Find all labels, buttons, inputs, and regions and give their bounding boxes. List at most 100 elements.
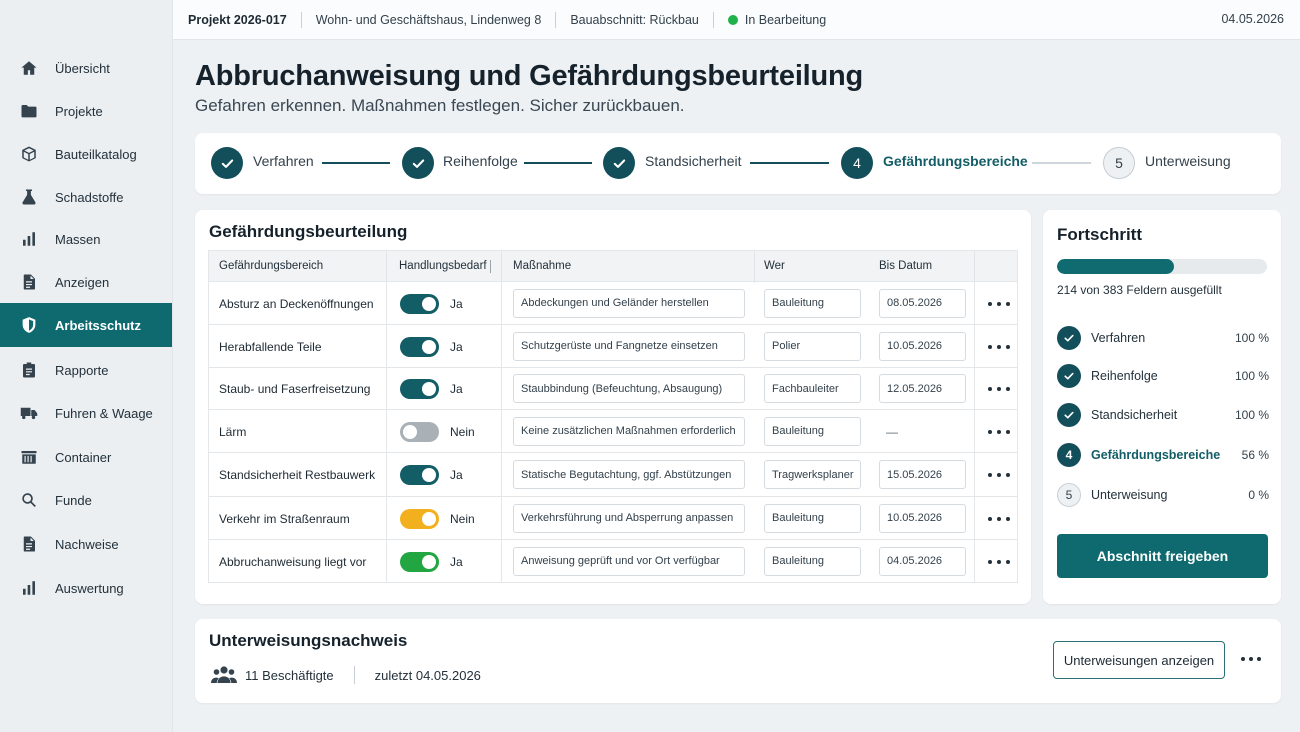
more-options-icon[interactable] [1241, 653, 1261, 665]
column-divider [386, 325, 387, 368]
measure-field[interactable]: Staubbindung (Befeuchtung, Absaugung) [513, 374, 745, 403]
step-unterweisung[interactable]: Unterweisung [1145, 153, 1231, 169]
sidebar-item-schadstoffe[interactable]: Schadstoffe [0, 175, 172, 219]
responsible-field[interactable]: Tragwerksplaner [764, 460, 861, 489]
sidebar-item-label: Nachweise [55, 536, 119, 552]
progress-step-verfahren[interactable]: Verfahren 100 % [1057, 326, 1269, 350]
action-required-toggle[interactable] [400, 551, 439, 572]
row-more-options-icon[interactable] [988, 512, 1010, 526]
project-id: Projekt 2026-017 [188, 12, 287, 27]
column-divider [974, 410, 975, 453]
sidebar-item-massen[interactable]: Massen [0, 217, 172, 261]
table-row: Standsicherheit Restbauwerk Ja Statische B… [208, 453, 1018, 497]
due-date-field[interactable]: 12.05.2026 [879, 374, 966, 403]
column-divider [386, 282, 387, 325]
measure-field[interactable]: Statische Begutachtung, ggf. Abstützunge… [513, 460, 745, 489]
step-connector [322, 162, 390, 164]
step-number[interactable]: 5 [1103, 147, 1135, 179]
column-divider [974, 368, 975, 410]
due-date-empty[interactable]: — [886, 425, 898, 439]
measure-field[interactable]: Keine zusätzlichen Maßnahmen erforderlic… [513, 416, 745, 446]
table-header: Gefährdungsbereich Handlungsbedarf Maßna… [208, 250, 1018, 283]
shield-icon [19, 315, 39, 335]
measure-field[interactable]: Schutzgerüste und Fangnetze einsetzen [513, 331, 745, 361]
due-date-field[interactable]: 10.05.2026 [879, 331, 966, 361]
sidebar-item-auswertung[interactable]: Auswertung [0, 566, 172, 610]
hazard-area: Standsicherheit Restbauwerk [219, 468, 376, 482]
column-header-measure: Maßnahme [513, 260, 572, 272]
measure-field[interactable]: Abdeckungen und Geländer herstellen [513, 288, 745, 318]
progress-step-standsicherheit[interactable]: Standsicherheit 100 % [1057, 403, 1269, 427]
progress-check-icon [1057, 364, 1081, 388]
action-required-toggle[interactable] [400, 293, 439, 314]
sidebar-item-bauteilkatalog[interactable]: Bauteilkatalog [0, 132, 172, 176]
row-more-options-icon[interactable] [988, 555, 1010, 569]
due-date-field[interactable]: 08.05.2026 [879, 288, 966, 318]
step-verfahren[interactable]: Verfahren [253, 153, 314, 169]
progress-caption: 214 von 383 Feldern ausgefüllt [1057, 283, 1222, 297]
step-reihenfolge[interactable]: Reihenfolge [443, 153, 518, 169]
progress-check-icon [1057, 326, 1081, 350]
sidebar-item-rapporte[interactable]: Rapporte [0, 348, 172, 392]
action-required-toggle[interactable] [400, 379, 439, 399]
sidebar-item-anzeigen[interactable]: Anzeigen [0, 260, 172, 304]
container-icon [19, 447, 39, 467]
row-more-options-icon[interactable] [988, 382, 1010, 396]
action-required-toggle[interactable] [400, 421, 439, 442]
responsible-field[interactable]: Fachbauleiter [764, 374, 861, 403]
release-section-button[interactable]: Abschnitt freigeben [1057, 534, 1268, 578]
responsible-field[interactable]: Bauleitung [764, 416, 861, 446]
sidebar-item-fuhren-waage[interactable]: Fuhren & Waage [0, 391, 172, 435]
hazard-area: Absturz an Deckenöffnungen [219, 296, 374, 311]
measure-field[interactable]: Verkehrsführung und Absperrung anpassen [513, 503, 745, 533]
page-subtitle: Gefahren erkennen. Maßnahmen festlegen. … [195, 96, 685, 115]
progress-step-number: 4 [1057, 443, 1081, 467]
responsible-field[interactable]: Polier [764, 331, 861, 361]
responsible-field[interactable]: Bauleitung [764, 503, 861, 533]
column-divider [974, 282, 975, 325]
progress-step-gefaehrdungsbereiche[interactable]: 4 Gefährdungsbereiche 56 % [1057, 443, 1269, 467]
due-date-field[interactable]: 15.05.2026 [879, 460, 966, 489]
show-trainings-button[interactable]: Unterweisungen anzeigen [1053, 641, 1225, 679]
training-meta: 11 Beschäftigte zuletzt 04.05.2026 [211, 665, 481, 685]
step-number[interactable]: 4 [841, 147, 873, 179]
sidebar-item-arbeitsschutz[interactable]: Arbeitsschutz [0, 303, 172, 347]
due-date-field[interactable]: 04.05.2026 [879, 546, 966, 576]
hazard-area: Verkehr im Straßenraum [219, 511, 350, 526]
step-check-icon[interactable] [211, 147, 243, 179]
sidebar-item-uebersicht[interactable]: Übersicht [0, 46, 172, 90]
step-standsicherheit[interactable]: Standsicherheit [645, 153, 742, 169]
progress-step-reihenfolge[interactable]: Reihenfolge 100 % [1057, 364, 1269, 388]
sidebar-item-funde[interactable]: Funde [0, 478, 172, 522]
step-gefaehrdungsbereiche[interactable]: Gefährdungsbereiche [883, 153, 1028, 169]
step-check-icon[interactable] [603, 147, 635, 179]
column-resize-handle[interactable] [490, 260, 491, 273]
row-more-options-icon[interactable] [988, 340, 1010, 354]
row-more-options-icon[interactable] [988, 297, 1010, 311]
action-required-toggle[interactable] [400, 508, 439, 529]
column-divider [501, 282, 502, 325]
action-required-toggle[interactable] [400, 336, 439, 357]
sidebar-item-container[interactable]: Container [0, 435, 172, 479]
sidebar-item-nachweise[interactable]: Nachweise [0, 522, 172, 566]
action-required-toggle[interactable] [400, 465, 439, 485]
column-divider [386, 497, 387, 540]
progress-step-unterweisung[interactable]: 5 Unterweisung 0 % [1057, 483, 1269, 507]
progress-card: Fortschritt 214 von 383 Feldern ausgefül… [1043, 210, 1281, 604]
row-more-options-icon[interactable] [988, 425, 1010, 439]
flask-icon [19, 187, 39, 207]
construction-phase: Bauabschnitt: Rückbau [570, 12, 699, 27]
measure-field[interactable]: Anweisung geprüft und vor Ort verfügbar [513, 546, 745, 576]
sidebar-item-projekte[interactable]: Projekte [0, 89, 172, 133]
sidebar-item-label: Schadstoffe [55, 189, 124, 205]
due-date-field[interactable]: 10.05.2026 [879, 503, 966, 533]
action-required-value: Nein [450, 424, 475, 439]
responsible-field[interactable]: Bauleitung [764, 288, 861, 318]
step-check-icon[interactable] [402, 147, 434, 179]
divider [712, 11, 714, 28]
column-divider [386, 410, 387, 453]
progress-bar [1057, 259, 1267, 274]
responsible-field[interactable]: Bauleitung [764, 546, 861, 576]
row-more-options-icon[interactable] [988, 468, 1010, 482]
column-divider [974, 453, 975, 497]
